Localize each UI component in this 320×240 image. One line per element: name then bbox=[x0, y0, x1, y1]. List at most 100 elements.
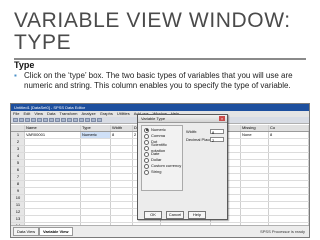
grid-cell[interactable] bbox=[25, 167, 81, 173]
grid-cell[interactable] bbox=[25, 216, 81, 222]
grid-cell[interactable] bbox=[111, 167, 133, 173]
grid-cell[interactable] bbox=[81, 216, 111, 222]
grid-cell[interactable] bbox=[241, 160, 269, 166]
grid-cell[interactable] bbox=[111, 139, 133, 145]
grid-cell[interactable] bbox=[81, 160, 111, 166]
tab-data-view[interactable]: Data View bbox=[13, 227, 40, 236]
help-button[interactable]: Help bbox=[188, 211, 206, 219]
grid-cell[interactable] bbox=[25, 160, 81, 166]
toolbar-save-icon[interactable] bbox=[19, 118, 24, 122]
grid-cell[interactable] bbox=[81, 139, 111, 145]
grid-cell[interactable] bbox=[25, 146, 81, 152]
grid-cell[interactable] bbox=[25, 153, 81, 159]
radio-icon[interactable] bbox=[144, 169, 149, 175]
grid-cell[interactable]: VAR00001 bbox=[25, 132, 81, 138]
grid-cell[interactable] bbox=[241, 139, 269, 145]
grid-cell[interactable] bbox=[111, 195, 133, 201]
toolbar-dialog-recall-icon[interactable] bbox=[31, 118, 36, 122]
grid-cell[interactable] bbox=[25, 139, 81, 145]
menu-view[interactable]: View bbox=[34, 111, 43, 117]
grid-cell[interactable] bbox=[241, 202, 269, 208]
grid-cell[interactable] bbox=[81, 174, 111, 180]
grid-cell[interactable] bbox=[269, 181, 309, 187]
grid-cell[interactable] bbox=[111, 160, 133, 166]
width-field[interactable]: 8 bbox=[210, 129, 224, 135]
menu-file[interactable]: File bbox=[13, 111, 19, 117]
grid-cell[interactable] bbox=[241, 146, 269, 152]
menu-edit[interactable]: Edit bbox=[23, 111, 30, 117]
grid-cell[interactable]: 8 bbox=[111, 132, 133, 138]
grid-cell[interactable] bbox=[241, 216, 269, 222]
radio-icon[interactable] bbox=[144, 157, 149, 163]
cancel-button[interactable]: Cancel bbox=[166, 211, 184, 219]
grid-cell[interactable]: None bbox=[241, 132, 269, 138]
grid-cell[interactable] bbox=[269, 146, 309, 152]
grid-cell[interactable] bbox=[269, 139, 309, 145]
radio-icon[interactable] bbox=[144, 133, 149, 139]
menu-transform[interactable]: Transform bbox=[59, 111, 77, 117]
toolbar-weight-cases-icon[interactable] bbox=[85, 118, 90, 122]
grid-cell[interactable] bbox=[111, 202, 133, 208]
tab-variable-view[interactable]: Variable View bbox=[39, 227, 73, 236]
toolbar-find-icon[interactable] bbox=[61, 118, 66, 122]
grid-cell[interactable] bbox=[269, 195, 309, 201]
toolbar-insert-cases-icon[interactable] bbox=[67, 118, 72, 122]
grid-cell[interactable] bbox=[111, 209, 133, 215]
type-option-scientific-notation[interactable]: Scientific notation bbox=[142, 142, 182, 153]
menu-data[interactable]: Data bbox=[47, 111, 55, 117]
grid-cell[interactable] bbox=[25, 188, 81, 194]
toolbar-split-file-icon[interactable] bbox=[79, 118, 84, 122]
grid-cell[interactable] bbox=[25, 195, 81, 201]
radio-icon[interactable] bbox=[144, 163, 149, 169]
grid-cell[interactable] bbox=[25, 174, 81, 180]
grid-cell[interactable] bbox=[81, 209, 111, 215]
decimal-places-field[interactable]: 2 bbox=[210, 137, 224, 143]
grid-cell[interactable] bbox=[241, 188, 269, 194]
grid-cell[interactable]: 8 bbox=[269, 132, 309, 138]
grid-cell[interactable] bbox=[81, 146, 111, 152]
radio-icon[interactable] bbox=[144, 145, 149, 151]
grid-cell[interactable] bbox=[111, 153, 133, 159]
toolbar-open-icon[interactable] bbox=[13, 118, 18, 122]
menu-utilities[interactable]: Utilities bbox=[117, 111, 130, 117]
toolbar-insert-variable-icon[interactable] bbox=[73, 118, 78, 122]
grid-cell[interactable] bbox=[269, 174, 309, 180]
grid-cell[interactable] bbox=[269, 153, 309, 159]
close-icon[interactable]: × bbox=[219, 116, 225, 121]
grid-cell[interactable] bbox=[111, 174, 133, 180]
grid-cell[interactable] bbox=[81, 202, 111, 208]
ok-button[interactable]: OK bbox=[144, 211, 162, 219]
grid-cell[interactable] bbox=[241, 195, 269, 201]
grid-cell[interactable] bbox=[241, 209, 269, 215]
toolbar-select-cases-icon[interactable] bbox=[91, 118, 96, 122]
grid-cell[interactable] bbox=[269, 209, 309, 215]
grid-cell[interactable] bbox=[111, 181, 133, 187]
toolbar-value-labels-icon[interactable] bbox=[97, 118, 102, 122]
grid-cell[interactable] bbox=[241, 174, 269, 180]
grid-cell[interactable] bbox=[81, 188, 111, 194]
grid-cell[interactable] bbox=[269, 216, 309, 222]
grid-cell[interactable] bbox=[81, 167, 111, 173]
menu-graphs[interactable]: Graphs bbox=[100, 111, 113, 117]
toolbar-variables-icon[interactable] bbox=[55, 118, 60, 122]
radio-icon[interactable] bbox=[144, 127, 149, 133]
grid-cell[interactable] bbox=[269, 188, 309, 194]
type-cell[interactable]: Numeric bbox=[81, 132, 111, 138]
grid-cell[interactable] bbox=[25, 181, 81, 187]
toolbar-goto-icon[interactable] bbox=[49, 118, 54, 122]
grid-cell[interactable] bbox=[111, 188, 133, 194]
type-option-custom-currency[interactable]: Custom currency bbox=[142, 163, 182, 169]
grid-cell[interactable] bbox=[111, 146, 133, 152]
grid-cell[interactable] bbox=[25, 209, 81, 215]
grid-cell[interactable] bbox=[25, 202, 81, 208]
grid-cell[interactable] bbox=[241, 181, 269, 187]
toolbar-undo-icon[interactable] bbox=[37, 118, 42, 122]
grid-cell[interactable] bbox=[81, 181, 111, 187]
grid-cell[interactable] bbox=[241, 153, 269, 159]
radio-icon[interactable] bbox=[144, 151, 149, 157]
grid-cell[interactable] bbox=[81, 153, 111, 159]
grid-cell[interactable] bbox=[269, 202, 309, 208]
grid-cell[interactable] bbox=[241, 167, 269, 173]
grid-cell[interactable] bbox=[81, 195, 111, 201]
menu-analyze[interactable]: Analyze bbox=[82, 111, 96, 117]
